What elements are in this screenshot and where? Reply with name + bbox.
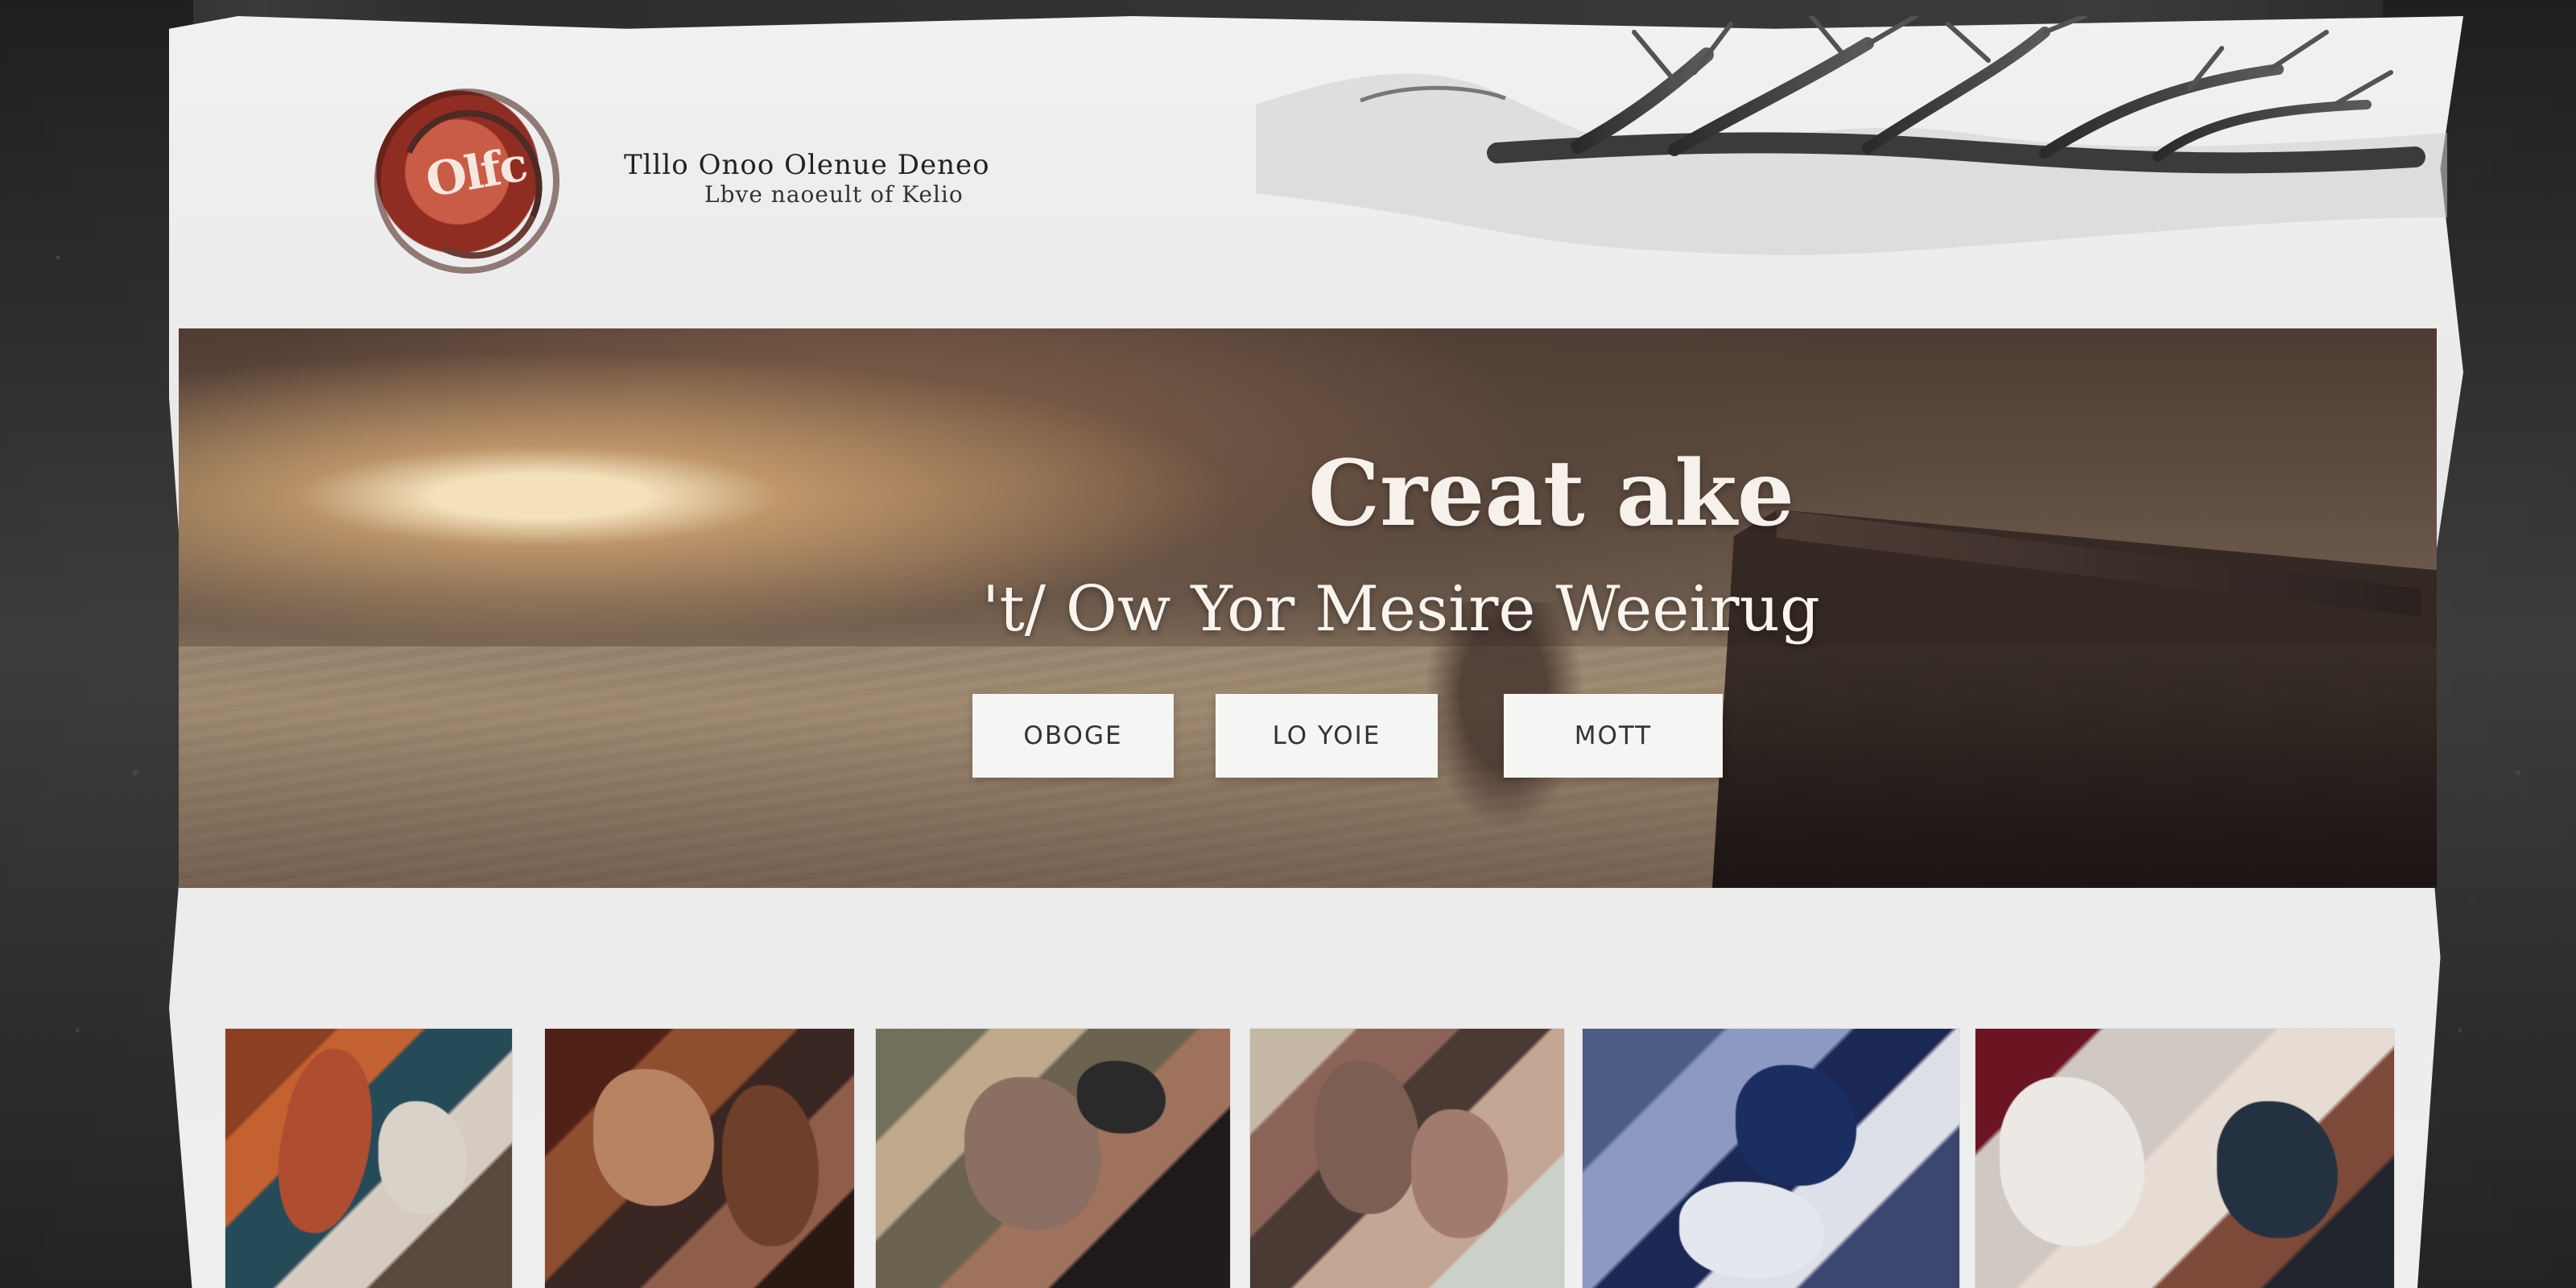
left-grunge-border xyxy=(0,0,193,1288)
hero-title: Creat ake xyxy=(1308,441,1795,547)
tree-illustration xyxy=(1256,16,2447,255)
brand-logo[interactable]: Olfc xyxy=(374,89,559,274)
gallery-thumbnail-2[interactable] xyxy=(545,1029,854,1288)
image-gallery xyxy=(225,1029,2407,1288)
gallery-thumbnail-6[interactable] xyxy=(1975,1029,2394,1288)
page-stage: Olfc Tlllo Onoo Olenue Deneo Lbve naoeul… xyxy=(0,0,2576,1288)
hero-button-secondary[interactable]: LO YOIE xyxy=(1216,694,1438,778)
brand-title: Tlllo Onoo Olenue Deneo xyxy=(624,149,990,181)
brand-subtitle: Lbve naoeult of Kelio xyxy=(704,181,964,208)
hero-button-primary[interactable]: OBOGE xyxy=(972,694,1174,778)
gallery-thumbnail-3[interactable] xyxy=(876,1029,1230,1288)
gallery-thumbnail-5[interactable] xyxy=(1583,1029,1959,1288)
hero-subtitle: 't/ Ow Yor Mesire Weeirug xyxy=(982,573,1820,646)
hero-railing xyxy=(1712,510,2437,888)
hero-button-tertiary[interactable]: MOTT xyxy=(1504,694,1723,778)
gallery-thumbnail-4[interactable] xyxy=(1250,1029,1564,1288)
logo-text: Olfc xyxy=(422,136,530,208)
gallery-thumbnail-1[interactable] xyxy=(225,1029,512,1288)
